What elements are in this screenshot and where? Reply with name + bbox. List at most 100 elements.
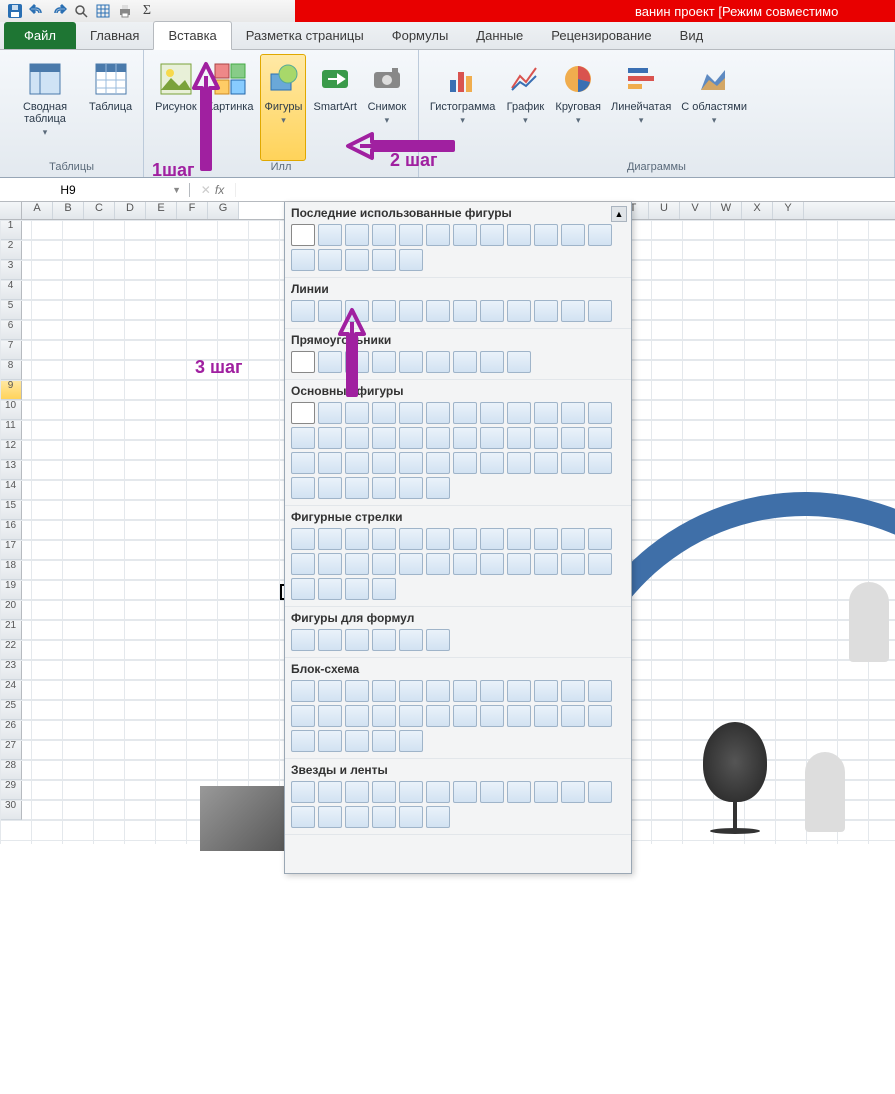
shape-item[interactable]: [507, 528, 531, 550]
shape-item[interactable]: [561, 427, 585, 449]
shape-item[interactable]: [561, 402, 585, 424]
shape-item[interactable]: [291, 781, 315, 803]
shape-item[interactable]: [399, 553, 423, 575]
bar-chart-button[interactable]: Линейчатая▾: [608, 54, 674, 161]
shape-item[interactable]: [372, 300, 396, 322]
row-header[interactable]: 25: [0, 700, 22, 720]
shape-item[interactable]: [372, 730, 396, 752]
shape-item[interactable]: [453, 351, 477, 373]
shape-item[interactable]: [318, 452, 342, 474]
col-header[interactable]: F: [177, 202, 208, 219]
shape-item[interactable]: [507, 351, 531, 373]
shape-item[interactable]: [561, 528, 585, 550]
shape-item[interactable]: [291, 806, 315, 828]
col-header[interactable]: X: [742, 202, 773, 219]
row-header[interactable]: 29: [0, 780, 22, 800]
col-header[interactable]: G: [208, 202, 239, 219]
shape-item[interactable]: [318, 781, 342, 803]
shape-item[interactable]: [588, 224, 612, 246]
name-box[interactable]: ▼: [0, 183, 190, 197]
row-header[interactable]: 10: [0, 400, 22, 420]
shape-item[interactable]: [345, 680, 369, 702]
col-header[interactable]: E: [146, 202, 177, 219]
shape-item[interactable]: [372, 528, 396, 550]
row-header[interactable]: 5: [0, 300, 22, 320]
shape-item[interactable]: [318, 806, 342, 828]
shape-item[interactable]: [426, 629, 450, 651]
shape-item[interactable]: [426, 553, 450, 575]
shape-item[interactable]: [507, 300, 531, 322]
shape-item[interactable]: [399, 351, 423, 373]
shape-item[interactable]: [345, 300, 369, 322]
table-button[interactable]: Таблица: [86, 54, 135, 161]
shape-item[interactable]: [453, 452, 477, 474]
shape-item[interactable]: [399, 300, 423, 322]
row-header[interactable]: 19: [0, 580, 22, 600]
shape-item[interactable]: [480, 680, 504, 702]
tab-data[interactable]: Данные: [462, 22, 537, 49]
line-chart-button[interactable]: График▾: [502, 54, 548, 161]
shape-item[interactable]: [534, 528, 558, 550]
shape-item[interactable]: [345, 806, 369, 828]
shape-item[interactable]: [453, 300, 477, 322]
shape-item[interactable]: [399, 528, 423, 550]
col-header[interactable]: A: [22, 202, 53, 219]
shape-item[interactable]: [561, 300, 585, 322]
col-header[interactable]: U: [649, 202, 680, 219]
shape-item[interactable]: [426, 806, 450, 828]
row-header[interactable]: 30: [0, 800, 22, 820]
shape-item[interactable]: [291, 705, 315, 727]
shape-item[interactable]: [372, 427, 396, 449]
shape-item[interactable]: [588, 680, 612, 702]
shape-item[interactable]: [480, 224, 504, 246]
shape-item[interactable]: [291, 249, 315, 271]
shape-item[interactable]: [372, 553, 396, 575]
shape-item[interactable]: [426, 300, 450, 322]
shape-item[interactable]: [507, 781, 531, 803]
shape-item[interactable]: [345, 249, 369, 271]
shape-item[interactable]: [291, 452, 315, 474]
shape-item[interactable]: [372, 402, 396, 424]
shape-item[interactable]: [399, 249, 423, 271]
shape-item[interactable]: [399, 629, 423, 651]
shape-item[interactable]: [480, 781, 504, 803]
shape-item[interactable]: [534, 705, 558, 727]
shape-item[interactable]: [588, 402, 612, 424]
shape-item[interactable]: [399, 680, 423, 702]
shape-item[interactable]: [318, 629, 342, 651]
shape-item[interactable]: [345, 730, 369, 752]
shape-item[interactable]: [399, 402, 423, 424]
row-header[interactable]: 17: [0, 540, 22, 560]
shape-item[interactable]: [426, 224, 450, 246]
shape-item[interactable]: [426, 680, 450, 702]
shape-item[interactable]: [426, 427, 450, 449]
shape-item[interactable]: [588, 553, 612, 575]
row-header[interactable]: 27: [0, 740, 22, 760]
shape-item[interactable]: [534, 224, 558, 246]
area-chart-button[interactable]: С областями▾: [678, 54, 750, 161]
row-header[interactable]: 13: [0, 460, 22, 480]
row-header[interactable]: 22: [0, 640, 22, 660]
shape-item[interactable]: [480, 351, 504, 373]
row-header[interactable]: 28: [0, 760, 22, 780]
print-preview-icon[interactable]: [72, 2, 90, 20]
col-header[interactable]: D: [115, 202, 146, 219]
fx-area[interactable]: ✕ fx: [190, 183, 236, 197]
smartart-button[interactable]: SmartArt: [310, 54, 359, 161]
tab-file[interactable]: Файл: [4, 22, 76, 49]
shape-item[interactable]: [588, 705, 612, 727]
shape-item[interactable]: [372, 781, 396, 803]
row-header[interactable]: 2: [0, 240, 22, 260]
shape-item[interactable]: [453, 224, 477, 246]
shape-item[interactable]: [318, 477, 342, 499]
shape-item[interactable]: [345, 578, 369, 600]
shape-item[interactable]: [426, 351, 450, 373]
shape-item[interactable]: [345, 781, 369, 803]
shape-item[interactable]: [291, 553, 315, 575]
shape-item[interactable]: [399, 781, 423, 803]
shape-item[interactable]: [345, 705, 369, 727]
row-header[interactable]: 18: [0, 560, 22, 580]
shape-item[interactable]: [453, 781, 477, 803]
shape-item[interactable]: [372, 806, 396, 828]
tab-layout[interactable]: Разметка страницы: [232, 22, 378, 49]
